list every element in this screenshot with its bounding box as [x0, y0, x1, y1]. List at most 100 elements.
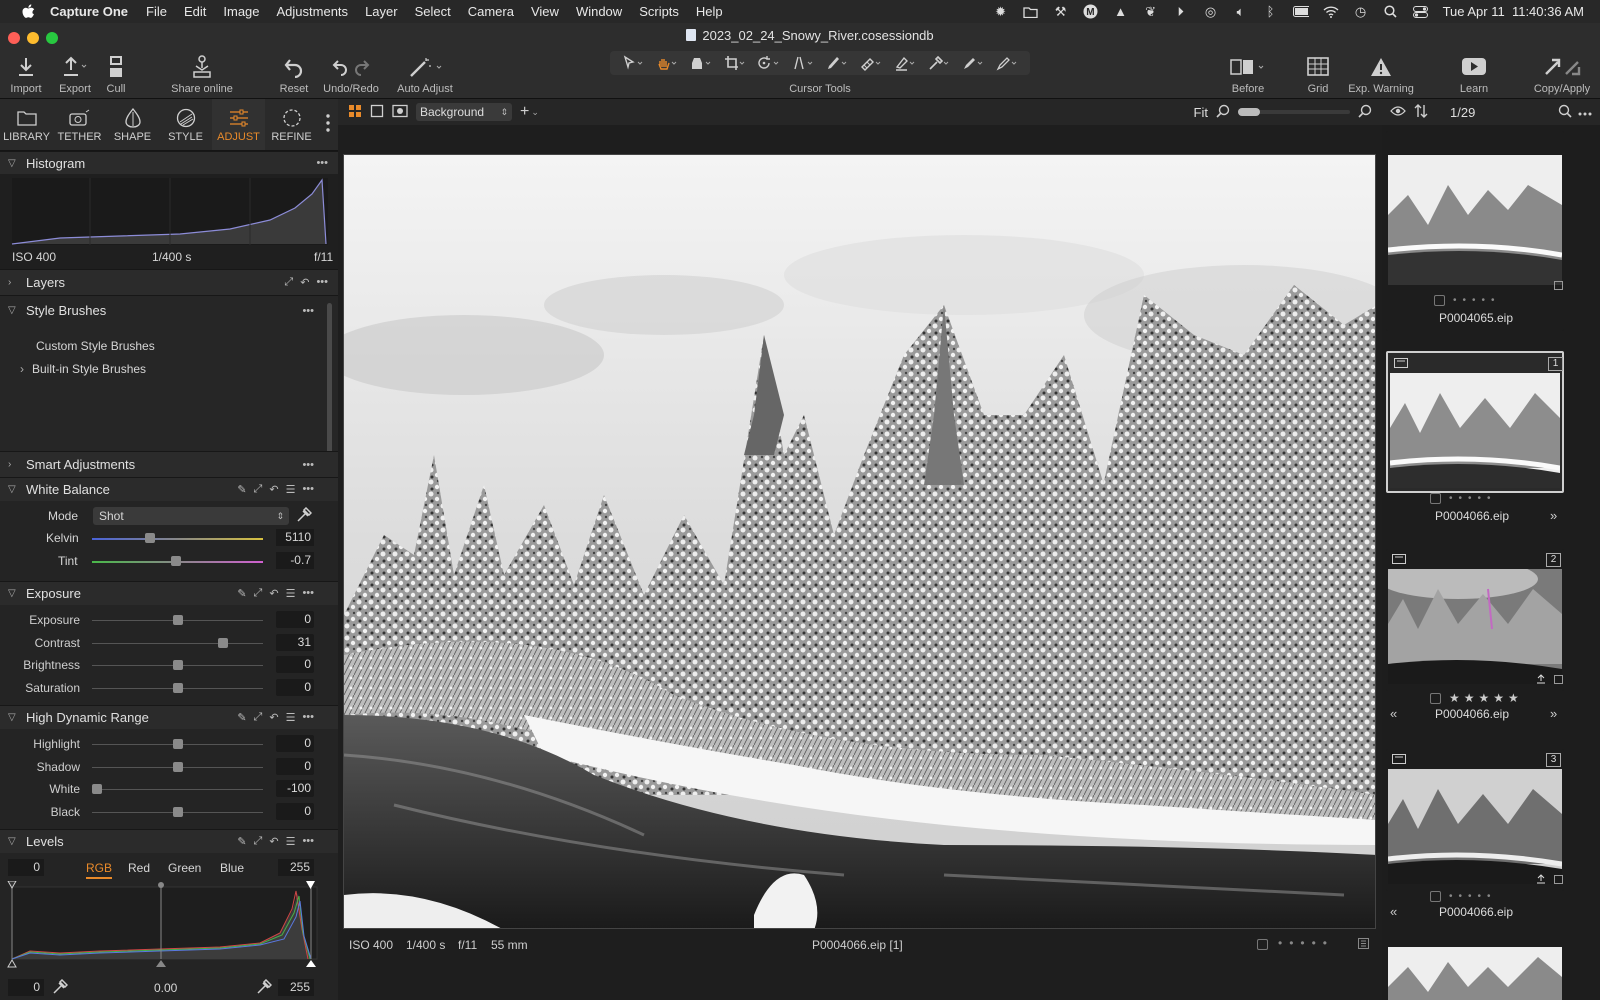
thumbnail-item-selected[interactable]: 1 [1386, 351, 1564, 493]
copy-apply-button[interactable]: Copy/Apply [1528, 53, 1596, 95]
exposure-value[interactable]: 0 [276, 656, 314, 673]
auto-adjust-button[interactable]: Auto Adjust [392, 53, 458, 95]
thumb-checkbox[interactable] [1430, 493, 1441, 504]
hdr-slider-knob[interactable] [92, 784, 102, 794]
exposure-slider-knob[interactable] [172, 615, 183, 625]
hdr-value[interactable]: -100 [276, 780, 314, 797]
black-picker-icon[interactable] [52, 978, 69, 998]
kelvin-knob[interactable] [145, 533, 155, 543]
levels-tab-blue[interactable]: Blue [220, 861, 244, 875]
menu-scripts[interactable]: Scripts [639, 4, 679, 19]
smart-adjustments-header[interactable]: › Smart Adjustments ••• [0, 451, 338, 477]
wb-mode-select[interactable]: Shot ⇕ [93, 507, 289, 525]
next-variant-icon[interactable]: » [1550, 508, 1557, 523]
levels-tab-red[interactable]: Red [128, 861, 150, 875]
expand-icon[interactable]: ⤢ [254, 587, 263, 600]
edit-icon[interactable]: ✎ [237, 587, 246, 600]
edit-icon[interactable]: ✎ [237, 483, 246, 496]
undo-redo-button[interactable]: Undo/Redo [320, 53, 382, 95]
thumbnail-item[interactable]: 2 [1386, 549, 1564, 691]
select-cursor-icon[interactable] [621, 54, 645, 72]
add-layer-icon[interactable]: + [520, 103, 529, 121]
exposure-value[interactable]: 0 [276, 611, 314, 628]
thumbnail-image[interactable] [1388, 155, 1562, 285]
battery-icon[interactable] [1292, 5, 1309, 19]
brush-icon[interactable] [825, 54, 849, 72]
reset-button[interactable]: Reset [274, 53, 314, 95]
tab-shape[interactable]: SHAPE [106, 99, 159, 150]
layers-header[interactable]: › Layers ⤢ ↶ ••• [0, 269, 338, 295]
tab-style[interactable]: STYLE [159, 99, 212, 150]
levels-output-high[interactable]: 255 [278, 979, 314, 996]
more-icon[interactable]: ••• [316, 157, 328, 169]
menu-adjustments[interactable]: Adjustments [277, 4, 349, 19]
proof-view-icon[interactable] [392, 104, 408, 121]
histogram-header[interactable]: ▽ Histogram ••• [0, 151, 338, 174]
expand-icon[interactable]: ⤢ [254, 711, 263, 724]
reset-icon[interactable]: ↶ [269, 483, 278, 496]
menu-image[interactable]: Image [223, 4, 259, 19]
zoom-in-icon[interactable] [1358, 104, 1372, 121]
exposure-value[interactable]: 0 [276, 678, 314, 696]
before-button[interactable]: Before [1226, 53, 1270, 95]
exposure-slider-knob[interactable] [217, 637, 228, 648]
evernote-icon[interactable]: ❦ [1143, 4, 1159, 19]
thumb-checkbox[interactable] [1434, 295, 1445, 306]
menu-file[interactable]: File [146, 4, 167, 19]
exposure-slider-knob[interactable] [172, 660, 183, 670]
hdr-header[interactable]: ▽ High Dynamic Range ✎ ⤢ ↶ ☰ ••• [0, 705, 338, 729]
thumbnail-item[interactable]: ••••• P0004065.eip [1386, 131, 1564, 331]
menu-edit[interactable]: Edit [184, 4, 206, 19]
more-icon[interactable]: ••• [302, 483, 314, 496]
levels-graph[interactable] [0, 881, 338, 971]
clock[interactable]: Tue Apr 11 11:40:36 AM [1443, 4, 1584, 19]
thumb-checkbox[interactable] [1430, 891, 1441, 902]
kelvin-slider[interactable] [92, 538, 263, 540]
white-picker-icon[interactable] [256, 978, 273, 998]
sun-icon[interactable]: ✹ [993, 4, 1009, 19]
presets-icon[interactable]: ☰ [286, 835, 296, 848]
presets-icon[interactable]: ☰ [286, 711, 296, 724]
pan-hand-icon[interactable] [655, 54, 679, 72]
thumb-rating[interactable]: ••••• [1434, 295, 1501, 306]
bluetooth-icon[interactable]: ᛒ [1263, 4, 1279, 19]
rotate-icon[interactable] [757, 54, 781, 72]
wifi-icon[interactable] [1323, 5, 1339, 19]
zoom-slider-thumb[interactable] [1238, 108, 1260, 116]
levels-midpoint-value[interactable]: 0.00 [154, 981, 177, 995]
app-menu[interactable]: Capture One [50, 4, 128, 19]
search-icon[interactable] [1558, 104, 1572, 121]
tint-value[interactable]: -0.7 [276, 552, 314, 569]
menu-view[interactable]: View [531, 4, 559, 19]
menu-select[interactable]: Select [415, 4, 451, 19]
airdrop-icon[interactable]: ◎ [1203, 4, 1219, 19]
levels-tab-rgb[interactable]: RGB [86, 861, 113, 879]
menu-help[interactable]: Help [696, 4, 723, 19]
reset-icon[interactable]: ↶ [269, 711, 278, 724]
menu-camera[interactable]: Camera [468, 4, 514, 19]
expand-icon[interactable]: ⤢ [284, 276, 293, 289]
single-view-icon[interactable] [370, 104, 384, 121]
tab-refine[interactable]: REFINE [265, 99, 318, 150]
folder-icon[interactable] [1023, 5, 1039, 19]
thumbnail-image-partial[interactable] [1388, 947, 1562, 1000]
more-icon[interactable]: ••• [302, 835, 314, 848]
exposure-warning-button[interactable]: Exp. Warning [1346, 53, 1416, 95]
levels-header[interactable]: ▽ Levels ✎ ⤢ ↶ ☰ ••• [0, 829, 338, 853]
white-balance-header[interactable]: ▽ White Balance ✎ ⤢ ↶ ☰ ••• [0, 477, 338, 501]
cull-button[interactable]: Cull [98, 53, 134, 95]
crop-icon[interactable] [723, 54, 747, 72]
grid-button[interactable]: Grid [1300, 53, 1336, 95]
thumb-tag-icon[interactable] [1554, 673, 1563, 687]
hdr-slider-knob[interactable] [172, 806, 183, 817]
exposure-value[interactable]: 31 [276, 633, 314, 651]
thumb-rating[interactable]: ••••• [1430, 493, 1497, 504]
more-icon[interactable]: ••• [302, 711, 314, 724]
color-tag-icon[interactable] [1358, 938, 1369, 952]
tab-library[interactable]: LIBRARY [0, 99, 53, 150]
hdr-slider-knob[interactable] [172, 761, 183, 772]
thumb-rating[interactable]: ★★★★★ [1430, 691, 1523, 705]
gradient-mask-icon[interactable] [859, 54, 883, 72]
thumbnail-image[interactable] [1388, 769, 1562, 884]
more-icon[interactable]: ••• [302, 459, 314, 471]
